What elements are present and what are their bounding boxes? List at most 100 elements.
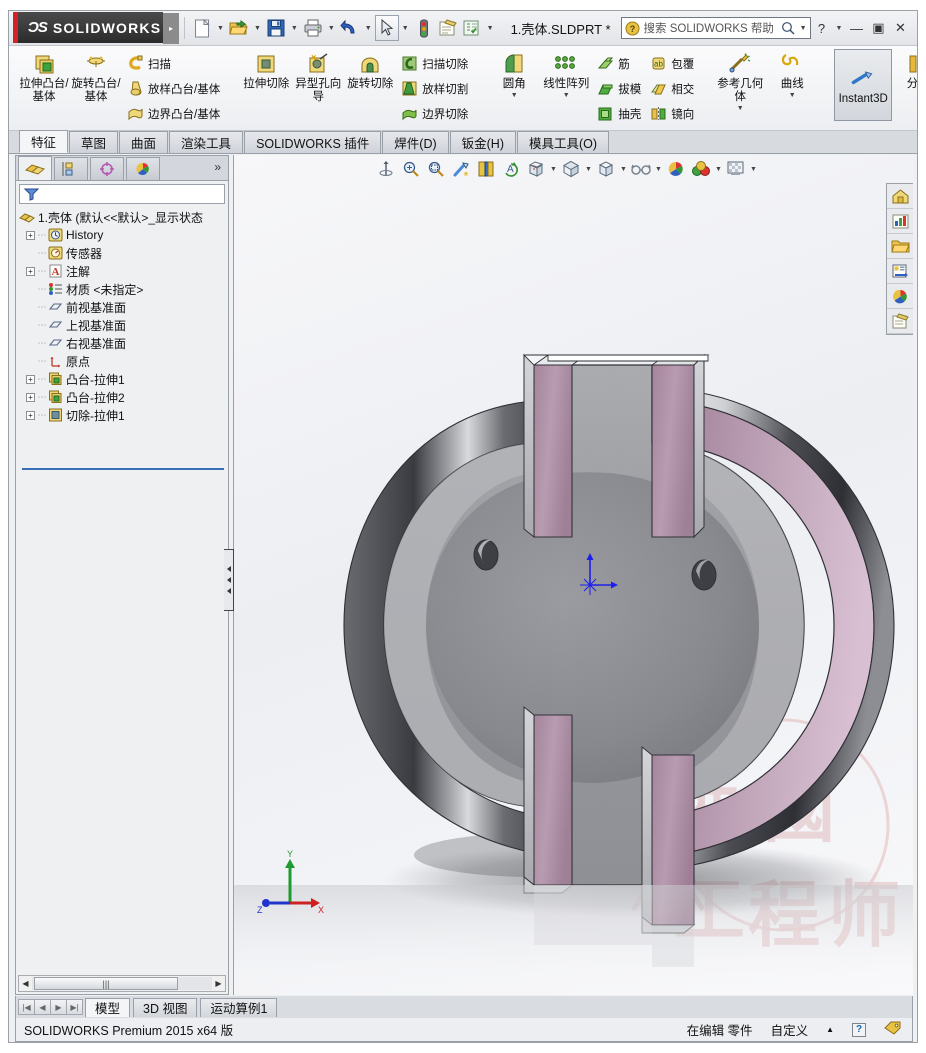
appearances-scenes-icon[interactable] <box>887 284 913 309</box>
view-orientation-icon[interactable] <box>524 158 548 180</box>
design-library-icon[interactable] <box>887 209 913 234</box>
minimize-button[interactable]: — <box>845 16 867 40</box>
open-document-caret[interactable]: ▼ <box>251 15 264 41</box>
ribbon-fillet-button[interactable]: 圆角 ▼ <box>488 49 540 99</box>
new-document-caret[interactable]: ▼ <box>214 15 227 41</box>
tab-weldments[interactable]: 焊件(D) <box>382 131 449 153</box>
new-document-button[interactable] <box>190 15 214 41</box>
ribbon-curves-button[interactable]: 曲线 ▼ <box>766 49 818 99</box>
ribbon-revolve-boss-button[interactable]: 旋转凸台/基体 <box>70 49 122 104</box>
ribbon-shell-button[interactable]: 抽壳 <box>592 101 645 126</box>
view-palette-icon[interactable] <box>887 259 913 284</box>
apply-scene-icon[interactable] <box>664 158 688 180</box>
ribbon-reference-geometry-button[interactable]: 参考几何体 ▼ <box>714 49 766 112</box>
hscroll-left-arrow[interactable]: ◀ <box>19 977 32 990</box>
help-button[interactable]: ? <box>811 16 833 40</box>
tree-item-front-plane[interactable]: ⋯ 前视基准面 <box>18 298 228 316</box>
graphics-viewport[interactable]: ◧ ◨ — ❐ ✕ A ▼ ▼ ▼ ▼ ▼ <box>233 155 913 995</box>
configuration-manager-tab[interactable] <box>90 157 124 180</box>
tab-nav-prev[interactable]: ◀ <box>34 999 51 1015</box>
hscroll-right-arrow[interactable]: ▶ <box>212 977 225 990</box>
file-properties-button[interactable] <box>436 15 460 41</box>
glasses-caret[interactable]: ▼ <box>654 166 663 173</box>
tab-nav-next[interactable]: ▶ <box>50 999 67 1015</box>
feature-tree-hscrollbar[interactable]: ◀ ||| ▶ <box>18 975 226 992</box>
tab-features[interactable]: 特征 <box>19 130 69 153</box>
zoom-to-area-icon[interactable] <box>424 158 448 180</box>
ribbon-loft-boss-button[interactable]: 放样凸台/基体 <box>122 76 224 101</box>
tree-expand-cut-extrude1[interactable]: + <box>26 410 35 420</box>
zoom-to-fit-icon[interactable] <box>399 158 423 180</box>
ribbon-boundary-cut-button[interactable]: 边界切除 <box>396 101 472 126</box>
ribbon-extrude-cut-button[interactable]: 拉伸切除 <box>240 49 292 91</box>
scene-balls-caret[interactable]: ▼ <box>714 166 723 173</box>
save-document-button[interactable] <box>264 15 288 41</box>
scene-balls-icon[interactable] <box>689 158 713 180</box>
rebuild-button[interactable] <box>412 15 436 41</box>
undo-button[interactable] <box>338 15 362 41</box>
tree-item-cut-extrude1[interactable]: + ⋯ 切除-拉伸1 <box>18 406 228 424</box>
tree-item-material[interactable]: ⋯ 材质 <未指定> <box>18 280 228 298</box>
status-custom-caret[interactable]: ▲ <box>826 1025 834 1034</box>
close-button[interactable]: ✕ <box>889 16 911 40</box>
menu-expand-arrow[interactable]: ▸ <box>163 12 179 44</box>
tab-surfaces[interactable]: 曲面 <box>119 131 169 153</box>
hide-show-items-icon[interactable] <box>594 158 618 180</box>
tab-nav-last[interactable]: ▶| <box>66 999 83 1015</box>
status-tag-icon[interactable] <box>884 1021 902 1038</box>
feature-manager-tab[interactable] <box>18 156 52 180</box>
tree-expand-history[interactable]: + <box>26 230 35 240</box>
tab-nav-first[interactable]: |◀ <box>18 999 35 1015</box>
status-custom-text[interactable]: 自定义 <box>771 1020 809 1039</box>
tree-item-history[interactable]: + ⋯ History <box>18 226 228 244</box>
select-tool-button[interactable] <box>374 15 399 41</box>
feature-manager-overflow[interactable]: » <box>214 160 221 174</box>
bottom-tab-3dviews[interactable]: 3D 视图 <box>133 997 198 1017</box>
ribbon-draft-button[interactable]: 拔模 <box>592 76 645 101</box>
tree-item-right-plane[interactable]: ⋯ 右视基准面 <box>18 334 228 352</box>
tab-render-tools[interactable]: 渲染工具 <box>169 131 244 153</box>
tree-item-root[interactable]: 1.壳体 (默认<<默认>_显示状态 <box>19 208 228 226</box>
tab-solidworks-addins[interactable]: SOLIDWORKS 插件 <box>244 131 382 153</box>
hide-show-items-caret[interactable]: ▼ <box>619 166 628 173</box>
tab-sketch[interactable]: 草图 <box>69 131 119 153</box>
custom-properties-icon[interactable] <box>887 309 913 334</box>
tab-sheet-metal[interactable]: 钣金(H) <box>449 131 516 153</box>
glasses-icon[interactable] <box>629 158 653 180</box>
feature-tree-filter[interactable] <box>19 184 225 204</box>
undo-caret[interactable]: ▼ <box>362 15 375 41</box>
ribbon-intersect-button[interactable]: 相交 <box>645 76 698 101</box>
view-orientation-caret[interactable]: ▼ <box>549 166 558 173</box>
display-manager-tab[interactable] <box>126 157 160 180</box>
ribbon-loft-cut-button[interactable]: 放样切割 <box>396 76 472 101</box>
ribbon-sweep-cut-button[interactable]: 扫描切除 <box>396 51 472 76</box>
options-button[interactable] <box>460 15 484 41</box>
ribbon-boundary-boss-button[interactable]: 边界凸台/基体 <box>122 101 224 126</box>
bottom-tab-motion-study[interactable]: 运动算例1 <box>200 997 278 1017</box>
maximize-button[interactable]: ▣ <box>867 16 889 40</box>
tree-item-boss-extrude2[interactable]: + ⋯ 凸台-拉伸2 <box>18 388 228 406</box>
section-view-icon[interactable] <box>474 158 498 180</box>
ribbon-linear-pattern-button[interactable]: 线性阵列 ▼ <box>540 49 592 99</box>
print-document-button[interactable] <box>301 15 325 41</box>
tree-item-origin[interactable]: ⋯ 原点 <box>18 352 228 370</box>
options-caret[interactable]: ▼ <box>484 15 497 41</box>
bottom-tab-model[interactable]: 模型 <box>85 997 131 1017</box>
ribbon-sweep-button[interactable]: 扫描 <box>122 51 224 76</box>
ribbon-extrude-boss-button[interactable]: 拉伸凸台/基体 <box>18 49 70 104</box>
ribbon-revolve-cut-button[interactable]: 旋转切除 <box>344 49 396 91</box>
panel-splitter-handle[interactable] <box>224 549 234 611</box>
help-caret[interactable]: ▼ <box>833 15 846 41</box>
tree-item-boss-extrude1[interactable]: + ⋯ 凸台-拉伸1 <box>18 370 228 388</box>
display-style-icon[interactable] <box>559 158 583 180</box>
tree-item-top-plane[interactable]: ⋯ 上视基准面 <box>18 316 228 334</box>
design-library-home-icon[interactable] <box>887 184 913 209</box>
tree-expand-boss-extrude1[interactable]: + <box>26 374 35 384</box>
file-explorer-folder-icon[interactable] <box>887 234 913 259</box>
status-help-button[interactable]: ? <box>852 1022 866 1037</box>
capture-screen-icon[interactable] <box>724 158 748 180</box>
tree-expand-annotations[interactable]: + <box>26 266 35 276</box>
ribbon-hole-wizard-button[interactable]: 异型孔向导 <box>292 49 344 104</box>
capture-screen-caret[interactable]: ▼ <box>749 166 758 173</box>
rotate-view-icon[interactable]: A <box>499 158 523 180</box>
